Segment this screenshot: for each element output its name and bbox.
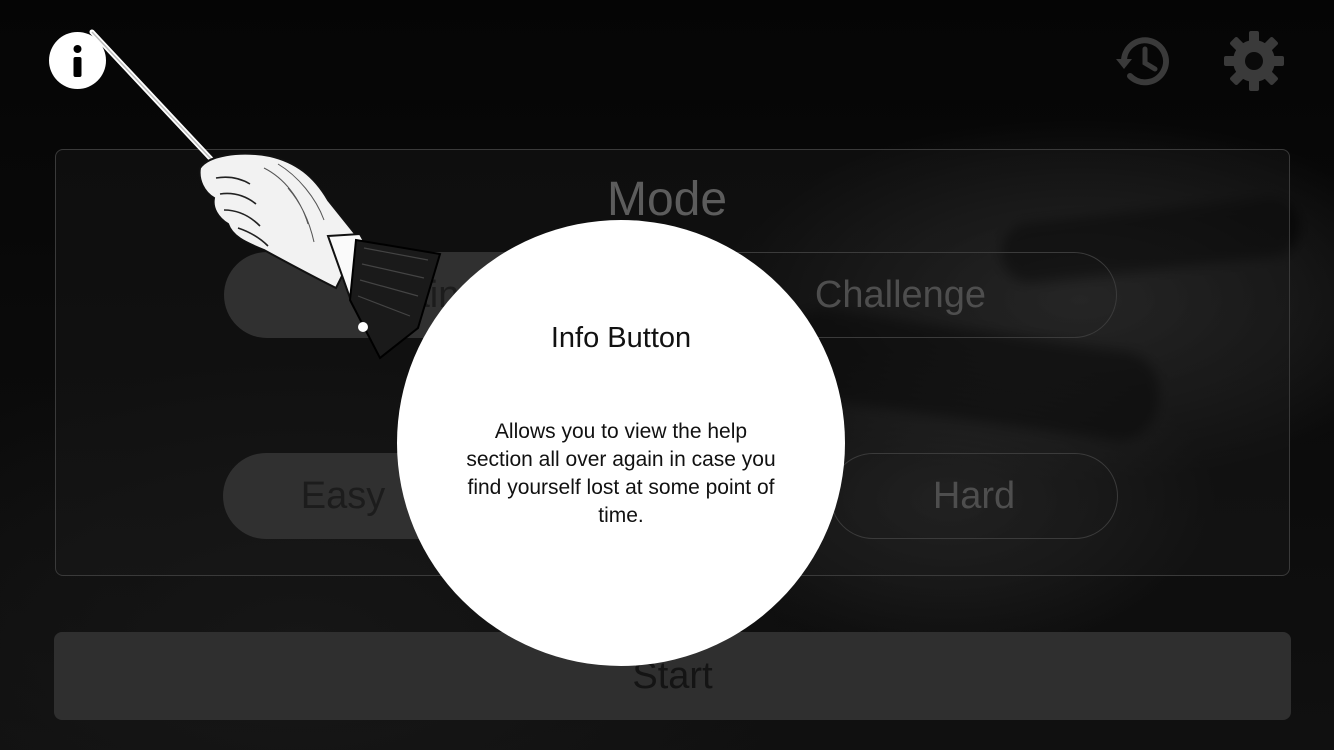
settings-button[interactable] — [1221, 28, 1287, 94]
history-icon — [1116, 37, 1169, 86]
challenge-mode-label: Challenge — [814, 273, 987, 316]
tutorial-description: Allows you to view the help section all … — [466, 420, 776, 527]
gear-icon — [1224, 31, 1284, 91]
hard-difficulty-label: Hard — [932, 474, 1016, 517]
easy-difficulty-label: Easy — [300, 474, 386, 517]
hard-difficulty-button[interactable]: Hard — [830, 453, 1118, 539]
tutorial-title: Info Button — [550, 322, 692, 354]
history-button[interactable] — [1112, 29, 1178, 95]
conductor-hand-illustration — [89, 29, 442, 360]
